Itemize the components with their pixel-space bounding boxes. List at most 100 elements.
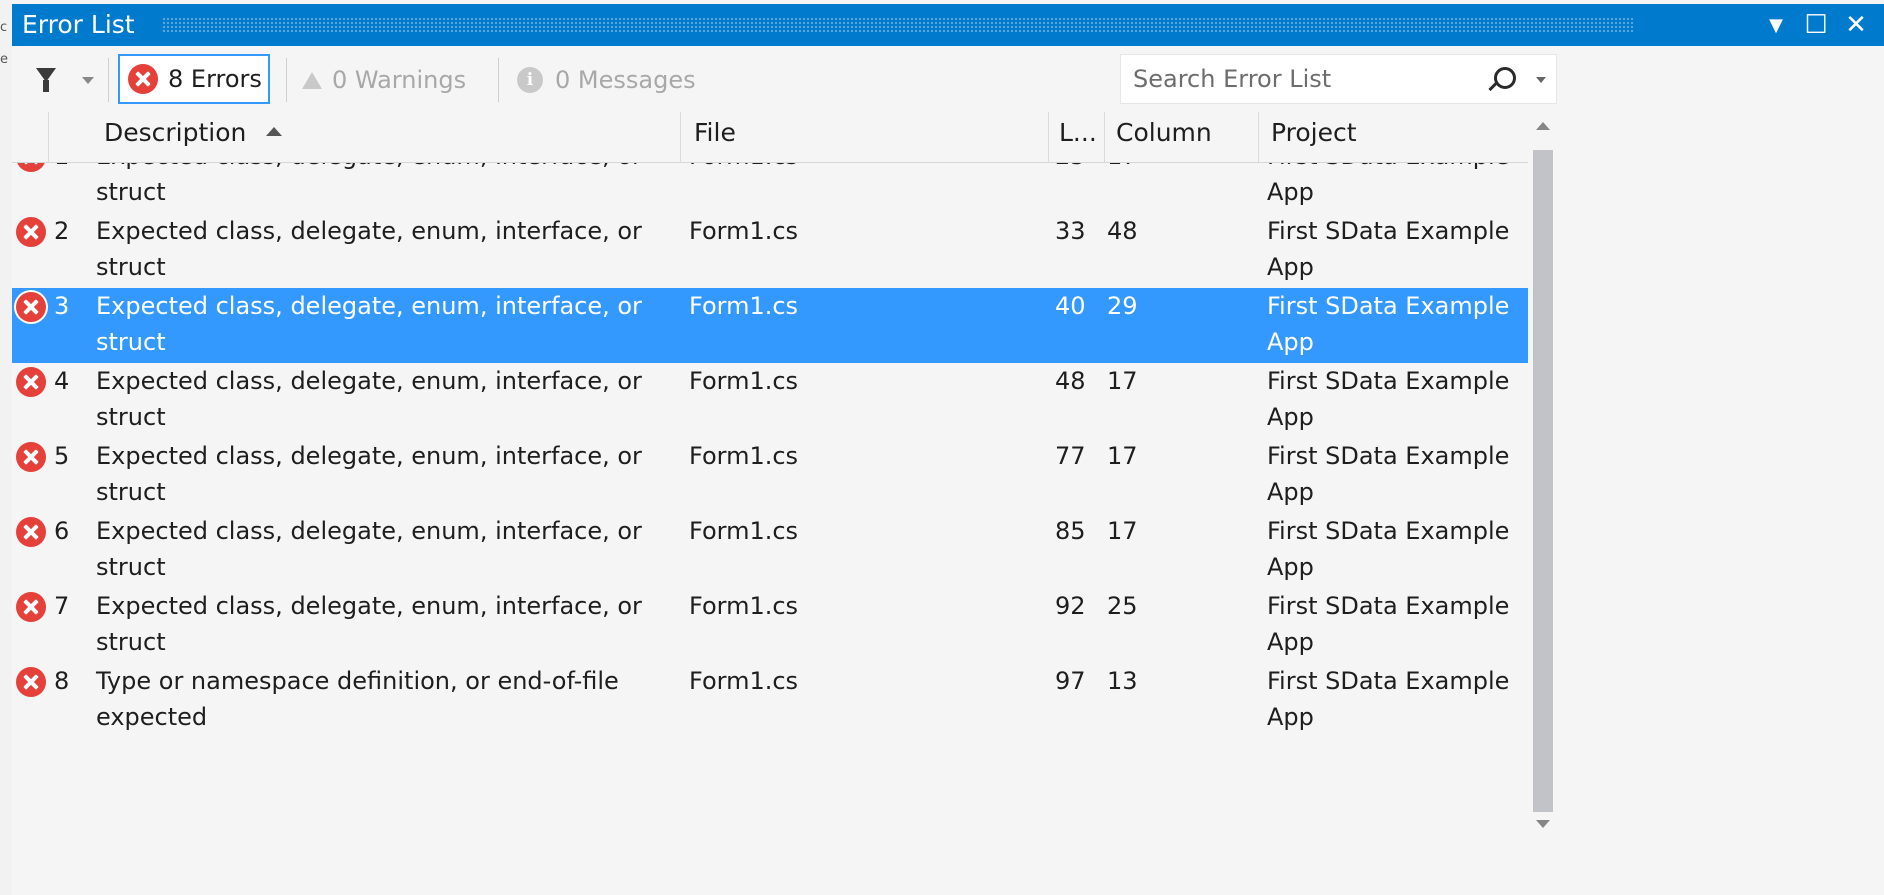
background-window-strip: c e [0, 0, 12, 895]
cell-file: Form1.cs [689, 442, 799, 470]
cell-description: Expected class, delegate, enum, interfac… [96, 592, 642, 656]
row-number: 2 [54, 217, 70, 245]
cell-project: First SData Example App [1267, 442, 1510, 506]
cell-description: Expected class, delegate, enum, interfac… [96, 442, 642, 506]
toolbar: 8 Errors 0 Warnings i 0 Messages Search … [12, 48, 1884, 110]
cell-file: Form1.cs [689, 517, 799, 545]
scroll-down-icon[interactable] [1536, 820, 1550, 828]
toolbar-divider [108, 58, 109, 102]
warnings-count: 0 Warnings [332, 66, 467, 94]
row-number: 8 [54, 667, 70, 695]
cell-project: First SData Example App [1267, 292, 1510, 356]
error-list-panel: Error List ▼ ☐ ✕ 8 Errors 0 Warnings i 0… [12, 0, 1884, 895]
row-number: 3 [54, 292, 70, 320]
table-row[interactable]: 1 Expected class, delegate, enum, interfa… [12, 163, 1528, 213]
cell-file: Form1.cs [689, 367, 799, 395]
errors-filter-button[interactable]: 8 Errors [118, 54, 270, 104]
cell-column: 17 [1107, 517, 1138, 545]
toolbar-divider [498, 58, 499, 102]
window-position-dropdown-icon[interactable]: ▼ [1756, 4, 1796, 46]
cell-line: 40 [1055, 292, 1086, 320]
cell-column: 13 [1107, 667, 1138, 695]
cell-project: First SData Example App [1267, 367, 1510, 431]
row-number: 4 [54, 367, 70, 395]
cell-column: 48 [1107, 217, 1138, 245]
warnings-filter-button[interactable]: 0 Warnings [302, 62, 466, 98]
column-header-file[interactable]: File [694, 118, 736, 147]
toolbar-divider [286, 58, 287, 102]
cell-project: First SData Example App [1267, 592, 1510, 656]
error-icon [16, 292, 46, 322]
cell-line: 48 [1055, 367, 1086, 395]
cell-line: 85 [1055, 517, 1086, 545]
error-icon [16, 217, 46, 247]
close-icon[interactable]: ✕ [1836, 4, 1876, 46]
info-icon: i [517, 67, 543, 93]
cell-line: 97 [1055, 667, 1086, 695]
table-row[interactable]: 3 Expected class, delegate, enum, interfa… [12, 288, 1528, 363]
filter-button[interactable] [30, 62, 100, 98]
cell-file: Form1.cs [689, 292, 799, 320]
messages-count: 0 Messages [555, 66, 696, 94]
scroll-up-icon[interactable] [1536, 122, 1550, 130]
row-number: 1 [54, 163, 69, 174]
error-icon [16, 592, 46, 622]
cell-file: Form1.cs [689, 592, 799, 620]
cell-line: 33 [1055, 217, 1086, 245]
column-header-description[interactable]: Description [104, 118, 283, 147]
warning-icon [302, 71, 322, 89]
messages-filter-button[interactable]: i 0 Messages [517, 62, 696, 98]
column-header-line[interactable]: L... [1059, 118, 1097, 147]
cell-description: Expected class, delegate, enum, interfac… [96, 217, 642, 281]
table-row[interactable]: 4 Expected class, delegate, enum, interfa… [12, 363, 1528, 438]
search-input[interactable]: Search Error List [1120, 54, 1557, 104]
cell-project: First SData Example App [1267, 217, 1510, 281]
row-number: 5 [54, 442, 70, 470]
cell-project: First SData Example App [1267, 517, 1510, 581]
error-table-body: 1 Expected class, delegate, enum, interfa… [12, 163, 1528, 895]
cell-description: Expected class, delegate, enum, interfac… [96, 163, 642, 206]
cell-file: Form1.cs [689, 217, 799, 245]
cell-line: 25 [1055, 163, 1086, 174]
maximize-icon[interactable]: ☐ [1796, 4, 1836, 46]
table-row[interactable]: 2 Expected class, delegate, enum, interfa… [12, 213, 1528, 288]
errors-count: 8 Errors [168, 65, 262, 93]
cell-column: 17 [1107, 367, 1138, 395]
table-row[interactable]: 7 Expected class, delegate, enum, interfa… [12, 588, 1528, 663]
cell-description: Expected class, delegate, enum, interfac… [96, 367, 642, 431]
cell-column: 17 [1107, 163, 1138, 174]
chevron-down-icon [82, 77, 94, 84]
drag-grip[interactable] [162, 17, 1634, 33]
error-icon [16, 517, 46, 547]
search-placeholder: Search Error List [1133, 65, 1332, 93]
cell-column: 29 [1107, 292, 1138, 320]
cell-project: First SData Example App [1267, 163, 1509, 206]
cell-description: Expected class, delegate, enum, interfac… [96, 292, 642, 356]
column-header-row: Description File L... Column Project [12, 112, 1528, 163]
search-icon[interactable] [1494, 67, 1516, 89]
vertical-scrollbar[interactable] [1528, 112, 1558, 895]
cell-file: Form1.cs [689, 667, 799, 695]
scrollbar-thumb[interactable] [1533, 150, 1553, 812]
error-icon [16, 367, 46, 397]
error-icon [16, 667, 46, 697]
row-number: 7 [54, 592, 70, 620]
table-row[interactable]: 5 Expected class, delegate, enum, interfa… [12, 438, 1528, 513]
cell-project: First SData Example App [1267, 667, 1510, 731]
cell-file: Form1.cs [689, 163, 798, 174]
error-icon [16, 442, 46, 472]
panel-title: Error List [22, 10, 135, 39]
cell-column: 25 [1107, 592, 1138, 620]
cell-line: 77 [1055, 442, 1086, 470]
title-bar[interactable]: Error List ▼ ☐ ✕ [12, 4, 1884, 46]
column-header-project[interactable]: Project [1271, 118, 1357, 147]
cell-column: 17 [1107, 442, 1138, 470]
error-icon [16, 163, 46, 172]
table-row[interactable]: 8 Type or namespace definition, or end-of… [12, 663, 1528, 738]
row-number: 6 [54, 517, 70, 545]
chevron-down-icon[interactable] [1536, 77, 1546, 83]
sort-ascending-icon [266, 126, 283, 136]
table-row[interactable]: 6 Expected class, delegate, enum, interfa… [12, 513, 1528, 588]
filter-icon [36, 68, 56, 92]
column-header-column[interactable]: Column [1116, 118, 1212, 147]
